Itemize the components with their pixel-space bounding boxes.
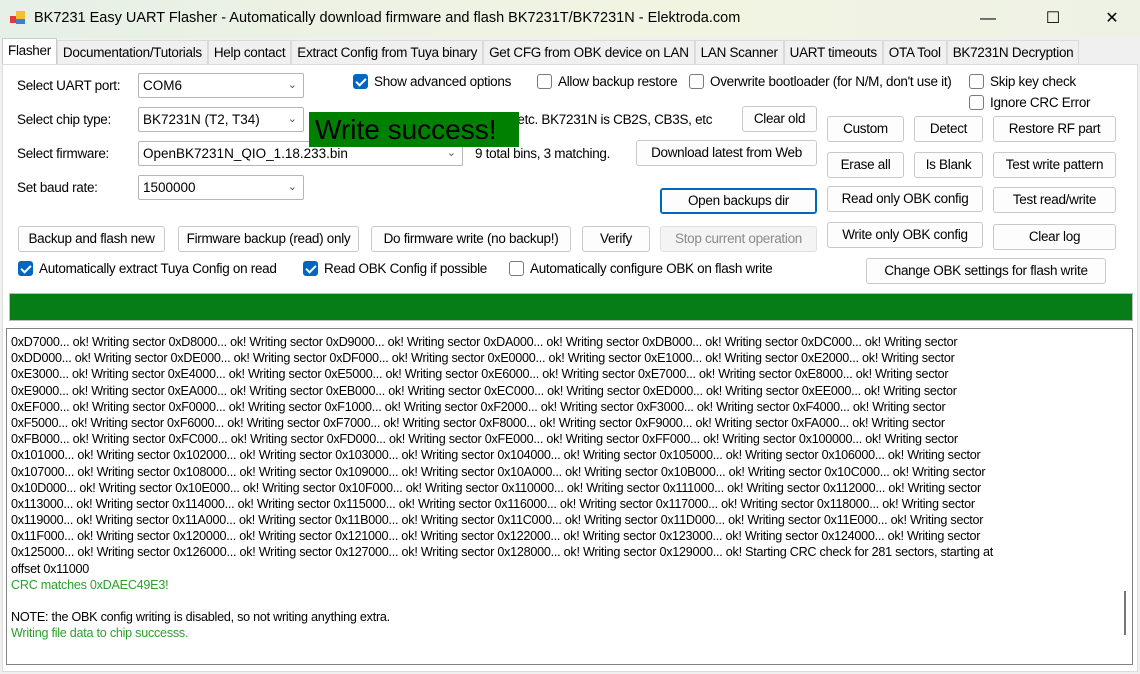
title-bar: BK7231 Easy UART Flasher - Automatically… bbox=[0, 0, 1140, 38]
checkbox-label: Skip key check bbox=[990, 74, 1076, 89]
log-line: 0x125000... ok! Writing sector 0x126000.… bbox=[11, 545, 994, 560]
auto-extract-tuya-checkbox[interactable]: Automatically extract Tuya Config on rea… bbox=[18, 261, 277, 276]
app-icon bbox=[10, 11, 25, 24]
checkbox-icon bbox=[509, 261, 524, 276]
is-blank-button[interactable]: Is Blank bbox=[914, 152, 983, 178]
uart-port-label: Select UART port: bbox=[17, 78, 121, 93]
tab-help-contact[interactable]: Help contact bbox=[207, 40, 292, 64]
allow-backup-restore-checkbox[interactable]: Allow backup restore bbox=[537, 74, 678, 89]
checkbox-icon bbox=[689, 74, 704, 89]
baud-rate-select[interactable]: 1500000 ⌄ bbox=[138, 175, 304, 200]
verify-button[interactable]: Verify bbox=[582, 226, 650, 252]
progress-fill bbox=[10, 294, 1132, 320]
baud-rate-label: Set baud rate: bbox=[17, 180, 98, 195]
tab-ota-tool[interactable]: OTA Tool bbox=[882, 40, 947, 64]
firmware-backup-button[interactable]: Firmware backup (read) only bbox=[178, 226, 359, 252]
custom-button[interactable]: Custom bbox=[827, 116, 904, 142]
open-backups-dir-button[interactable]: Open backups dir bbox=[660, 188, 817, 214]
log-line: 0x11F000... ok! Writing sector 0x120000.… bbox=[11, 529, 981, 544]
log-line: 0xEF000... ok! Writing sector 0xF0000...… bbox=[11, 399, 946, 414]
restore-rf-button[interactable]: Restore RF part bbox=[993, 116, 1116, 142]
firmware-write-button[interactable]: Do firmware write (no backup!) bbox=[371, 226, 571, 252]
tab-bk7231n-decryption[interactable]: BK7231N Decryption bbox=[946, 40, 1080, 64]
minimize-button[interactable]: — bbox=[973, 8, 1003, 30]
firmware-count-text: 9 total bins, 3 matching. bbox=[475, 146, 611, 161]
overwrite-bootloader-checkbox[interactable]: Overwrite bootloader (for N/M, don't use… bbox=[689, 74, 952, 89]
tab-uart-timeouts[interactable]: UART timeouts bbox=[783, 40, 883, 64]
firmware-value: OpenBK7231N_QIO_1.18.233.bin bbox=[143, 146, 348, 161]
download-latest-button[interactable]: Download latest from Web bbox=[636, 140, 817, 166]
log-line: 0x10D000... ok! Writing sector 0x10E000.… bbox=[11, 480, 981, 495]
tab-lan-scanner[interactable]: LAN Scanner bbox=[694, 40, 784, 64]
chip-type-select[interactable]: BK7231N (T2, T34) ⌄ bbox=[138, 107, 304, 132]
chevron-down-icon: ⌄ bbox=[287, 181, 297, 193]
log-note: NOTE: the OBK config writing is disabled… bbox=[11, 610, 390, 625]
checkbox-icon bbox=[969, 74, 984, 89]
erase-all-button[interactable]: Erase all bbox=[827, 152, 904, 178]
chevron-down-icon: ⌄ bbox=[287, 113, 297, 125]
chip-type-label: Select chip type: bbox=[17, 112, 111, 127]
log-line: 0xFB000... ok! Writing sector 0xFC000...… bbox=[11, 432, 958, 447]
checkbox-icon bbox=[537, 74, 552, 89]
log-line: 0xE9000... ok! Writing sector 0xEA000...… bbox=[11, 383, 957, 398]
checkbox-checked-icon bbox=[18, 261, 33, 276]
write-only-obk-config-button[interactable]: Write only OBK config bbox=[827, 222, 983, 248]
log-line: 0x113000... ok! Writing sector 0x114000.… bbox=[11, 496, 975, 511]
chevron-down-icon: ⌄ bbox=[287, 79, 297, 91]
log-line: 0xF5000... ok! Writing sector 0xF6000...… bbox=[11, 415, 945, 430]
checkbox-checked-icon bbox=[303, 261, 318, 276]
checkbox-label: Read OBK Config if possible bbox=[324, 261, 487, 276]
read-only-obk-config-button[interactable]: Read only OBK config bbox=[827, 186, 983, 212]
log-line: 0xE3000... ok! Writing sector 0xE4000...… bbox=[11, 367, 949, 382]
tab-documentation[interactable]: Documentation/Tutorials bbox=[56, 40, 208, 64]
checkbox-label: Automatically configure OBK on flash wri… bbox=[530, 261, 773, 276]
log-line: 0x107000... ok! Writing sector 0x108000.… bbox=[11, 464, 986, 479]
checkbox-checked-icon bbox=[353, 74, 368, 89]
auto-configure-obk-checkbox[interactable]: Automatically configure OBK on flash wri… bbox=[509, 261, 773, 276]
checkbox-label: Show advanced options bbox=[374, 74, 512, 89]
skip-key-check-checkbox[interactable]: Skip key check bbox=[969, 74, 1076, 89]
test-write-pattern-button[interactable]: Test write pattern bbox=[993, 152, 1116, 178]
log-line: 0x119000... ok! Writing sector 0x11A000.… bbox=[11, 513, 984, 528]
test-read-write-button[interactable]: Test read/write bbox=[993, 187, 1116, 213]
log-blank-line bbox=[11, 593, 993, 609]
window-title: BK7231 Easy UART Flasher - Automatically… bbox=[34, 10, 741, 26]
status-message: Write success! bbox=[309, 112, 519, 147]
clear-log-button[interactable]: Clear log bbox=[993, 224, 1116, 250]
baud-rate-value: 1500000 bbox=[143, 180, 196, 195]
stop-operation-button[interactable]: Stop current operation bbox=[660, 226, 817, 252]
checkbox-icon bbox=[969, 95, 984, 110]
tab-get-cfg-obk[interactable]: Get CFG from OBK device on LAN bbox=[483, 40, 695, 64]
uart-port-select[interactable]: COM6 ⌄ bbox=[138, 73, 304, 98]
ignore-crc-checkbox[interactable]: Ignore CRC Error bbox=[969, 95, 1091, 110]
firmware-label: Select firmware: bbox=[17, 146, 109, 161]
log-success: Writing file data to chip successs. bbox=[11, 626, 189, 641]
log-crc-match: CRC matches 0xDAEC49E3! bbox=[11, 577, 169, 592]
tab-extract-config[interactable]: Extract Config from Tuya binary bbox=[291, 40, 484, 64]
log-line: 0x101000... ok! Writing sector 0x102000.… bbox=[11, 448, 981, 463]
detect-button[interactable]: Detect bbox=[914, 116, 983, 142]
log-scrollbar[interactable] bbox=[1124, 591, 1126, 635]
read-obk-config-checkbox[interactable]: Read OBK Config if possible bbox=[303, 261, 487, 276]
backup-and-flash-button[interactable]: Backup and flash new bbox=[18, 226, 165, 252]
progress-bar bbox=[9, 293, 1133, 321]
tab-flasher[interactable]: Flasher bbox=[2, 38, 57, 64]
checkbox-label: Ignore CRC Error bbox=[990, 95, 1091, 110]
checkbox-label: Allow backup restore bbox=[558, 74, 678, 89]
log-line: 0xD7000... ok! Writing sector 0xD8000...… bbox=[11, 335, 958, 349]
maximize-button[interactable]: ☐ bbox=[1038, 8, 1068, 30]
uart-port-value: COM6 bbox=[143, 78, 183, 93]
log-output[interactable]: 0xD7000... ok! Writing sector 0xD8000...… bbox=[6, 328, 1133, 665]
chip-type-value: BK7231N (T2, T34) bbox=[143, 112, 260, 127]
log-line: offset 0x11000 bbox=[11, 561, 89, 576]
clear-old-button[interactable]: Clear old bbox=[742, 106, 817, 132]
checkbox-label: Automatically extract Tuya Config on rea… bbox=[39, 261, 277, 276]
tab-bar: Flasher Documentation/Tutorials Help con… bbox=[2, 38, 1080, 64]
log-line: 0xDD000... ok! Writing sector 0xDE000...… bbox=[11, 351, 955, 366]
change-obk-settings-button[interactable]: Change OBK settings for flash write bbox=[866, 258, 1106, 284]
checkbox-label: Overwrite bootloader (for N/M, don't use… bbox=[710, 74, 952, 89]
show-advanced-checkbox[interactable]: Show advanced options bbox=[353, 74, 511, 89]
close-button[interactable]: ✕ bbox=[1097, 8, 1127, 30]
